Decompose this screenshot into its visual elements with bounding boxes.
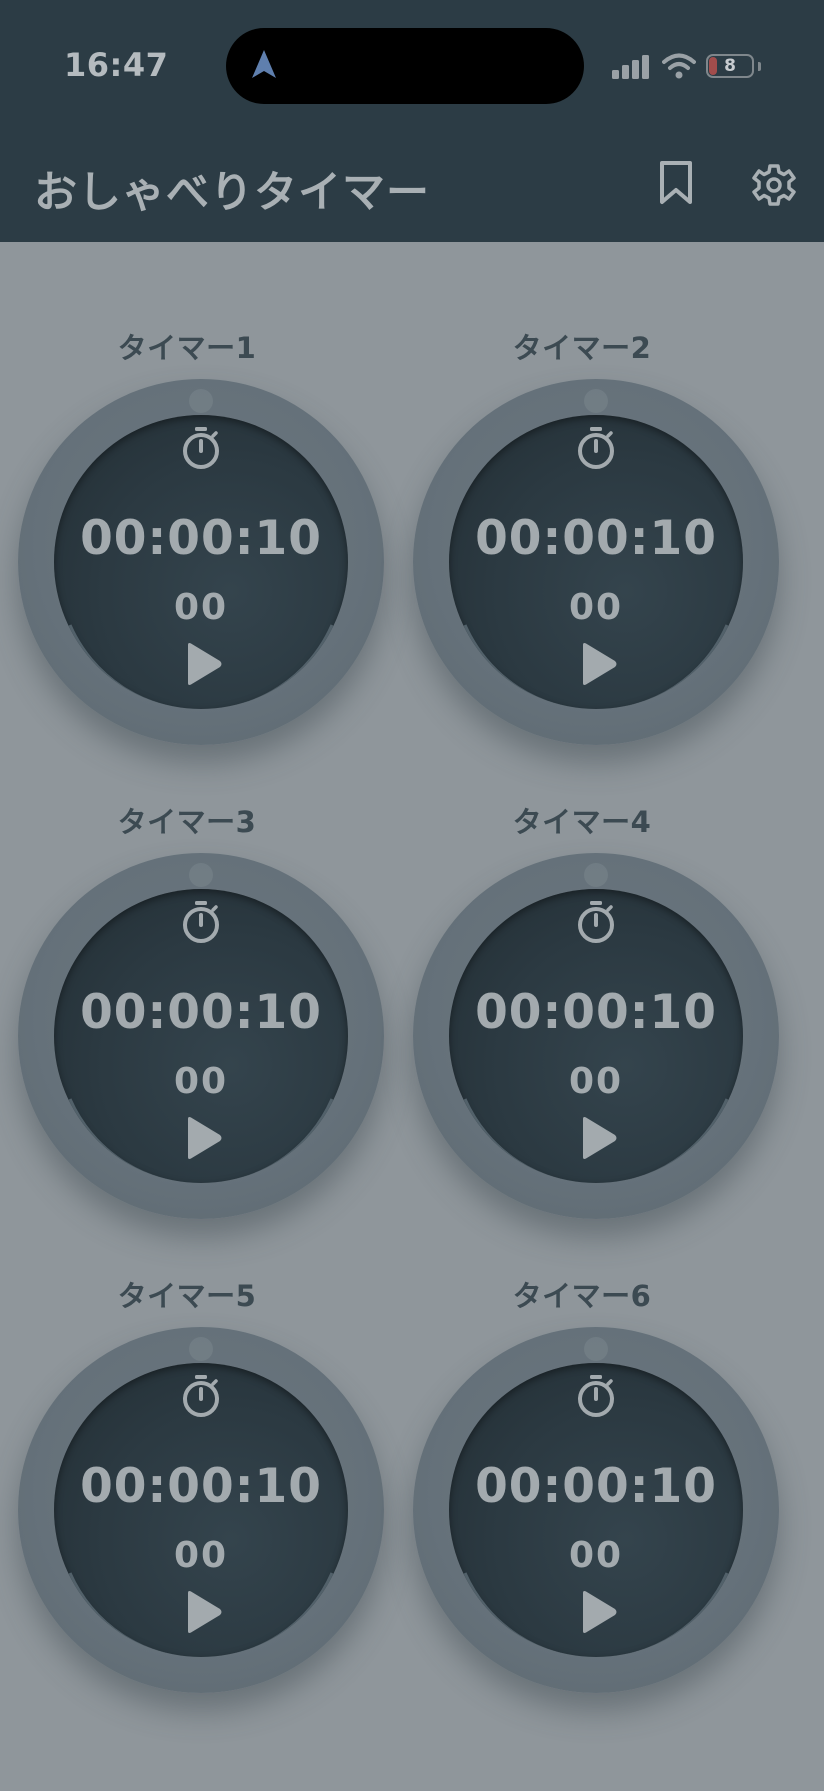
timer-card-4[interactable]: タイマー4 00:00:10 00 bbox=[397, 799, 779, 1229]
timer-dial[interactable]: 00:00:10 00 bbox=[18, 379, 384, 745]
timer-dial-face: 00:00:10 00 bbox=[54, 415, 348, 709]
location-arrow-icon bbox=[252, 50, 276, 78]
bookmark-icon[interactable] bbox=[656, 160, 696, 206]
timer-time: 00:00:10 bbox=[80, 985, 322, 1040]
stopwatch-icon bbox=[578, 427, 614, 469]
play-icon[interactable] bbox=[184, 1115, 224, 1161]
stopwatch-icon bbox=[183, 1375, 219, 1417]
play-icon[interactable] bbox=[184, 1589, 224, 1635]
battery-level: 8 bbox=[724, 56, 736, 76]
timer-dial-face: 00:00:10 00 bbox=[54, 889, 348, 1183]
timer-subseconds: 00 bbox=[568, 587, 624, 628]
timer-label: タイマー1 bbox=[117, 331, 257, 365]
timer-time: 00:00:10 bbox=[475, 1459, 717, 1514]
stopwatch-icon bbox=[183, 901, 219, 943]
timer-time: 00:00:10 bbox=[475, 511, 717, 566]
timer-subseconds: 00 bbox=[173, 587, 229, 628]
timer-label: タイマー5 bbox=[117, 1279, 257, 1313]
timer-dial-face: 00:00:10 00 bbox=[449, 1363, 743, 1657]
play-icon[interactable] bbox=[184, 641, 224, 687]
timer-time: 00:00:10 bbox=[475, 985, 717, 1040]
timer-dial[interactable]: 00:00:10 00 bbox=[18, 1327, 384, 1693]
wifi-icon bbox=[662, 53, 696, 79]
timer-card-5[interactable]: タイマー5 00:00:10 00 bbox=[2, 1273, 384, 1703]
stopwatch-icon bbox=[578, 901, 614, 943]
timer-label: タイマー6 bbox=[512, 1279, 652, 1313]
timer-card-6[interactable]: タイマー6 00:00:10 00 bbox=[397, 1273, 779, 1703]
timer-subseconds: 00 bbox=[173, 1061, 229, 1102]
timer-subseconds: 00 bbox=[568, 1535, 624, 1576]
status-indicators: 8 bbox=[612, 52, 762, 82]
timer-dial-face: 00:00:10 00 bbox=[54, 1363, 348, 1657]
gear-icon[interactable] bbox=[752, 163, 796, 207]
timer-label: タイマー4 bbox=[512, 805, 652, 839]
play-icon[interactable] bbox=[579, 641, 619, 687]
app-header: 16:47 8 おしゃべりタイマー bbox=[0, 0, 824, 242]
timer-subseconds: 00 bbox=[173, 1535, 229, 1576]
status-time: 16:47 bbox=[64, 46, 169, 84]
timer-dial[interactable]: 00:00:10 00 bbox=[18, 853, 384, 1219]
play-icon[interactable] bbox=[579, 1589, 619, 1635]
timer-time: 00:00:10 bbox=[80, 1459, 322, 1514]
signal-icon bbox=[612, 55, 649, 79]
timer-dial-face: 00:00:10 00 bbox=[449, 889, 743, 1183]
timer-dial[interactable]: 00:00:10 00 bbox=[413, 379, 779, 745]
battery-indicator: 8 bbox=[706, 54, 754, 78]
timer-card-1[interactable]: タイマー1 00:00:10 00 bbox=[2, 325, 384, 755]
timer-dial-face: 00:00:10 00 bbox=[449, 415, 743, 709]
stopwatch-icon bbox=[578, 1375, 614, 1417]
dynamic-island bbox=[226, 28, 584, 104]
timer-card-2[interactable]: タイマー2 00:00:10 00 bbox=[397, 325, 779, 755]
timer-dial[interactable]: 00:00:10 00 bbox=[413, 1327, 779, 1693]
timer-time: 00:00:10 bbox=[80, 511, 322, 566]
timer-label: タイマー2 bbox=[512, 331, 652, 365]
timer-subseconds: 00 bbox=[568, 1061, 624, 1102]
stopwatch-icon bbox=[183, 427, 219, 469]
battery-nub bbox=[758, 62, 761, 71]
timer-card-3[interactable]: タイマー3 00:00:10 00 bbox=[2, 799, 384, 1229]
play-icon[interactable] bbox=[579, 1115, 619, 1161]
timer-label: タイマー3 bbox=[117, 805, 257, 839]
timer-dial[interactable]: 00:00:10 00 bbox=[413, 853, 779, 1219]
page-title: おしゃべりタイマー bbox=[34, 168, 430, 218]
